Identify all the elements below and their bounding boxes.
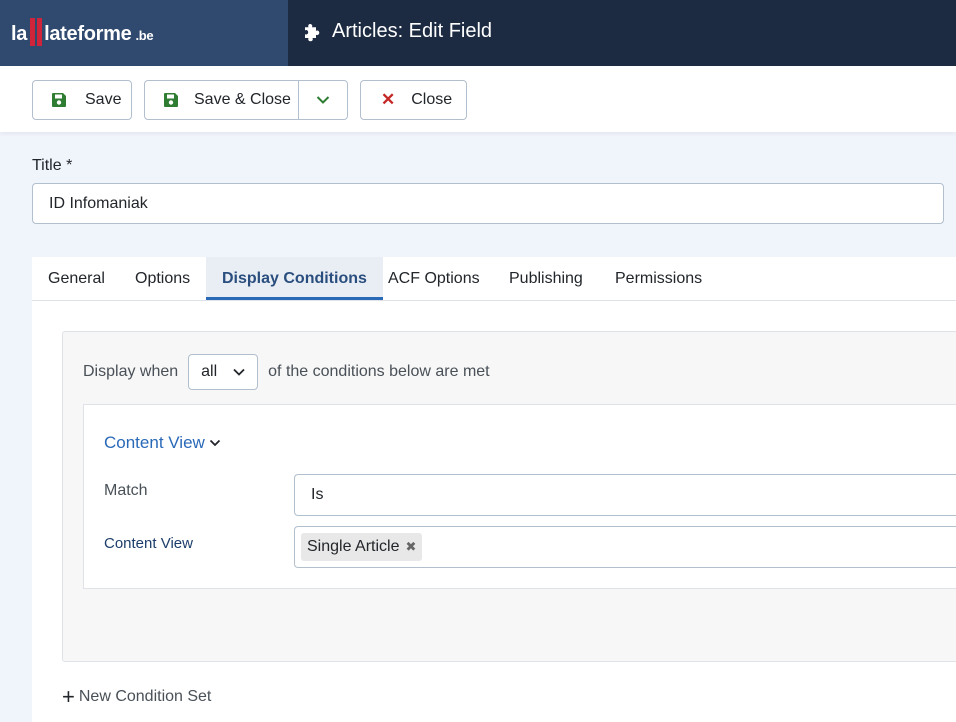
- tab-options[interactable]: Options: [119, 257, 206, 300]
- floppy-disk-icon: [52, 93, 66, 107]
- chevron-down-icon: [233, 368, 245, 376]
- title-input[interactable]: [32, 183, 944, 224]
- display-when-row: Display when all of the conditions below…: [83, 354, 490, 390]
- top-header: la lateforme .be Articles: Edit Field: [0, 0, 956, 66]
- match-label: Match: [104, 482, 148, 499]
- new-condition-set-button[interactable]: + New Condition Set: [62, 684, 211, 709]
- save-close-button[interactable]: Save & Close: [145, 81, 299, 119]
- tab-acf-options[interactable]: ACF Options: [372, 257, 496, 300]
- toolbar: Save Save & Close ✕ Close: [0, 66, 956, 132]
- match-select[interactable]: Is: [294, 474, 956, 516]
- content-view-multiselect[interactable]: Single Article ✖: [294, 526, 956, 568]
- tab-publishing[interactable]: Publishing: [493, 257, 599, 300]
- match-mode-select[interactable]: all: [188, 354, 259, 390]
- save-options-dropdown-toggle[interactable]: [299, 81, 347, 119]
- puzzle-icon: [305, 23, 320, 41]
- page-title: Articles: Edit Field: [303, 20, 492, 43]
- logo-mark: [30, 18, 43, 46]
- tabs-panel: General Options Display Conditions ACF O…: [32, 257, 956, 722]
- tab-general[interactable]: General: [32, 257, 121, 300]
- brand-logo[interactable]: la lateforme .be: [11, 18, 154, 46]
- logo-area: la lateforme .be: [0, 0, 288, 66]
- condition-set: Display when all of the conditions below…: [62, 331, 956, 662]
- remove-tag-icon[interactable]: ✖: [406, 539, 417, 555]
- plus-icon: +: [62, 684, 75, 709]
- tab-display-conditions[interactable]: Display Conditions: [206, 257, 383, 300]
- condition-title-toggle[interactable]: Content View: [104, 433, 221, 453]
- save-button[interactable]: Save: [32, 80, 132, 120]
- chevron-down-icon: [316, 96, 330, 104]
- condition-item: Content View Match Is Content View Singl…: [83, 404, 956, 589]
- tab-bar: General Options Display Conditions ACF O…: [32, 257, 956, 301]
- tab-permissions[interactable]: Permissions: [599, 257, 718, 300]
- save-close-button-group: Save & Close: [144, 80, 348, 120]
- close-button[interactable]: ✕ Close: [360, 80, 467, 120]
- floppy-disk-icon: [164, 93, 178, 107]
- content-view-label: Content View: [104, 535, 193, 552]
- close-icon: ✕: [381, 90, 396, 109]
- title-label: Title *: [32, 157, 73, 174]
- chevron-down-icon: [209, 439, 220, 447]
- selected-tag: Single Article ✖: [301, 533, 423, 561]
